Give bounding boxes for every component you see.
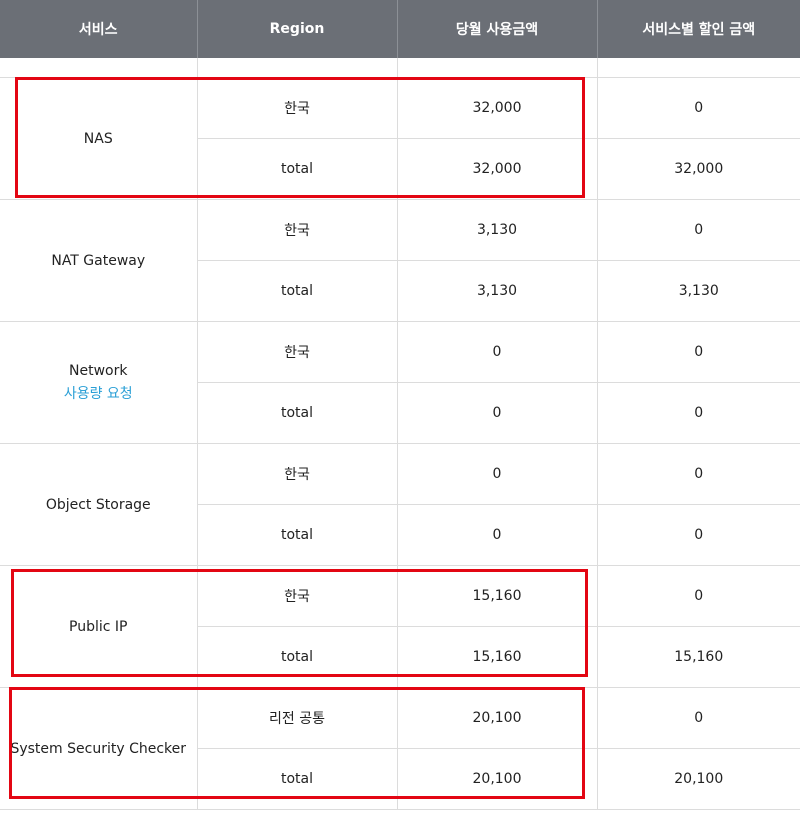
- table-row: NAS 한국 32,000 0: [0, 77, 800, 200]
- usage-cell: 3,130: [396, 199, 597, 261]
- discount-cell: 3,130: [596, 260, 800, 322]
- table-row: Public IP 한국 15,160 0: [0, 565, 800, 688]
- region-cell: 한국: [196, 321, 397, 383]
- usage-cell: 15,160: [396, 565, 597, 627]
- usage-cell: 32,000: [396, 138, 597, 200]
- discount-cell: 0: [596, 77, 800, 139]
- header-discount: 서비스별 할인 금액: [596, 0, 800, 58]
- usage-cell: 0: [396, 504, 597, 566]
- service-name-public-ip: Public IP: [0, 565, 197, 688]
- usage-request-link[interactable]: 사용량 요청: [0, 383, 197, 403]
- discount-cell: 0: [596, 321, 800, 383]
- region-cell: total: [196, 504, 397, 566]
- discount-cell: 20,100: [596, 748, 800, 810]
- service-cell-network: Network 사용량 요청: [0, 321, 197, 444]
- discount-cell: 0: [596, 382, 800, 444]
- table-row: System Security Checker 리전 공통 20,100 0: [0, 687, 800, 810]
- table-row: Object Storage 한국 0 0: [0, 443, 800, 566]
- usage-cell: 0: [396, 443, 597, 505]
- discount-cell: 0: [596, 565, 800, 627]
- region-cell: 리전 공통: [196, 687, 397, 749]
- service-name-network: Network: [69, 362, 128, 379]
- service-name-system-security-checker: System Security Checker: [0, 687, 197, 810]
- service-name-object-storage: Object Storage: [0, 443, 197, 566]
- discount-cell: 32,000: [596, 138, 800, 200]
- region-cell: total: [196, 260, 397, 322]
- region-cell: total: [196, 626, 397, 688]
- discount-cell: 0: [596, 443, 800, 505]
- header-usage: 당월 사용금액: [396, 0, 597, 58]
- region-cell: 한국: [196, 565, 397, 627]
- table-row: Network 사용량 요청 한국 0 0: [0, 321, 800, 444]
- usage-cell: 20,100: [396, 748, 597, 810]
- region-cell: 한국: [196, 443, 397, 505]
- usage-cell: 3,130: [396, 260, 597, 322]
- table-header-row: 서비스 Region 당월 사용금액 서비스별 할인 금액: [0, 0, 800, 58]
- table-row: NAT Gateway 한국 3,130 0: [0, 199, 800, 322]
- usage-cell: 20,100: [396, 687, 597, 749]
- region-cell: total: [196, 748, 397, 810]
- header-service: 서비스: [0, 0, 197, 58]
- region-cell: 한국: [196, 199, 397, 261]
- usage-cell: 0: [396, 382, 597, 444]
- discount-cell: 0: [596, 199, 800, 261]
- discount-cell: 0: [596, 687, 800, 749]
- region-cell: 한국: [196, 77, 397, 139]
- usage-cell: 0: [396, 321, 597, 383]
- service-name-nas: NAS: [0, 77, 197, 200]
- usage-cell: 15,160: [396, 626, 597, 688]
- spacer-row: [0, 58, 800, 78]
- discount-cell: 15,160: [596, 626, 800, 688]
- usage-cell: 32,000: [396, 77, 597, 139]
- header-region: Region: [196, 0, 397, 58]
- region-cell: total: [196, 382, 397, 444]
- service-name-nat-gateway: NAT Gateway: [0, 199, 197, 322]
- discount-cell: 0: [596, 504, 800, 566]
- billing-table: 서비스 Region 당월 사용금액 서비스별 할인 금액 NAS 한국 32,…: [0, 0, 800, 810]
- region-cell: total: [196, 138, 397, 200]
